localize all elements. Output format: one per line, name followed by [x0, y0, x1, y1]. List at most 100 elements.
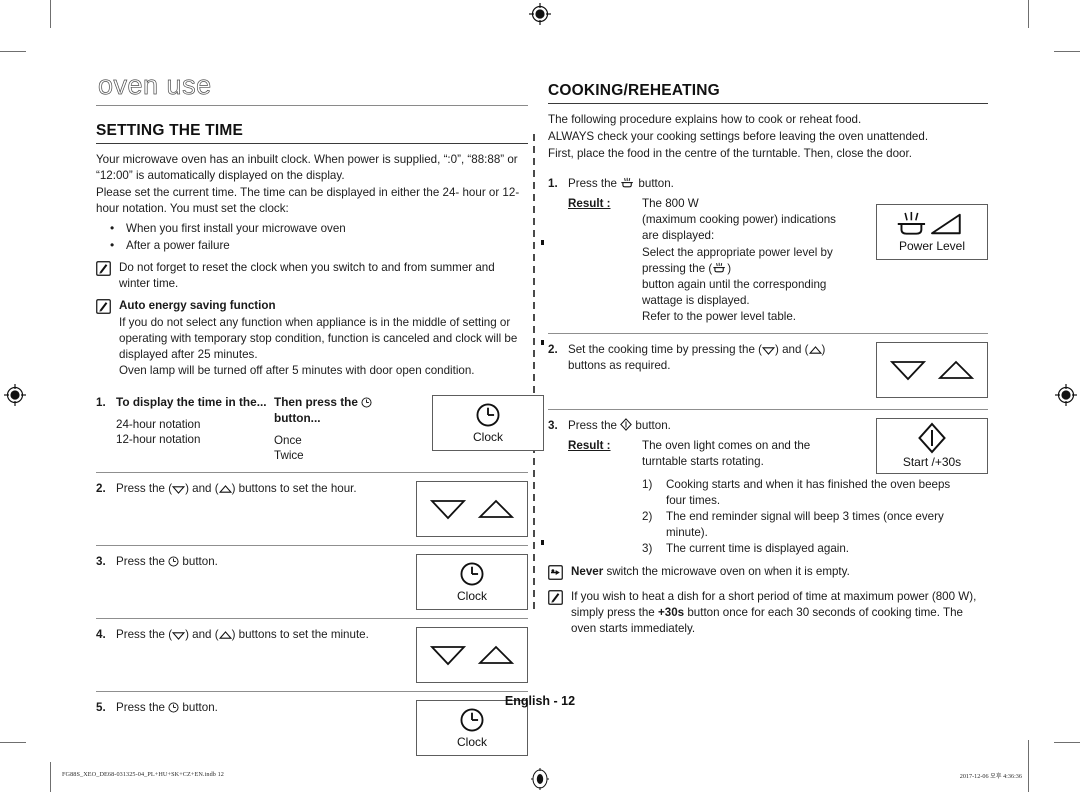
arrows-down-up-icon — [886, 357, 978, 383]
step-row-1: 1. Press the button. Result : The 800 W … — [548, 170, 988, 333]
crop-mark-left-edge-bottom — [0, 742, 26, 743]
result-line: turntable starts rotating. — [642, 454, 764, 468]
result-block: Result : The 800 W (maximum cooking powe… — [568, 196, 868, 245]
power-level-extra-text: Select the appropriate power level by pr… — [642, 245, 868, 325]
table-column-condition: To display the time in the... 24-hour no… — [116, 395, 274, 464]
intro-paragraph-1: The following procedure explains how to … — [548, 113, 862, 126]
clock-notation-table: To display the time in the... 24-hour no… — [116, 395, 424, 464]
left-column: oven use SETTING THE TIME Your microwave… — [96, 70, 544, 764]
button-down-up-arrows[interactable] — [416, 626, 528, 683]
step-text-post: ) buttons to set the hour. — [231, 481, 357, 495]
result-label: Result : — [568, 438, 611, 452]
button-start-plus30s[interactable]: Start /+30s — [876, 417, 988, 474]
step-text-pre: Press the ( — [116, 481, 173, 495]
section-rule — [96, 143, 528, 144]
list-marker: 2) — [642, 509, 653, 523]
section-title-setting-the-time: SETTING THE TIME — [96, 122, 244, 139]
step-1-content: 1. To display the time in the... 24-hour… — [96, 395, 432, 464]
crop-mark-right-edge-bottom — [1054, 742, 1080, 743]
step-number: 1. — [96, 395, 106, 409]
result-text: The 800 W (maximum cooking power) indica… — [642, 196, 868, 245]
step-3-sub-list: 1) Cooking starts and when it has finishe… — [642, 477, 962, 558]
step-text-line2: buttons as required. — [568, 358, 671, 372]
result-line: The 800 W — [642, 196, 699, 210]
step-text-post: ) buttons to set the minute. — [231, 627, 369, 641]
button-down-up-arrows[interactable] — [876, 341, 988, 398]
list-item: 1) Cooking starts and when it has finishe… — [642, 477, 962, 509]
step-2-content: 2. Press the () and () buttons to set th… — [96, 481, 416, 537]
note-body-text: switch the microwave oven on when it is … — [603, 564, 850, 578]
intro-paragraph-2: Please set the current time. The time ca… — [96, 185, 520, 215]
table-header-cell: To display the time in the... — [116, 394, 267, 409]
arrow-up-glyph-icon — [808, 345, 822, 355]
step-text-pre: Set the cooking time by pressing the ( — [568, 342, 762, 356]
step-text-post: button. — [632, 418, 671, 432]
registration-mark-left — [4, 384, 26, 406]
footer-file-name: FG88S_XEO_DE68-031325-04_PL+HU+SK+CZ+EN.… — [62, 771, 225, 778]
step-instruction: Press the () and () buttons to set the m… — [116, 627, 369, 643]
clock-icon — [458, 706, 486, 734]
step-text-post: button. — [635, 176, 674, 190]
step-number: 3. — [548, 418, 558, 432]
step-text-pre: Press the — [568, 418, 621, 432]
intro-paragraph-1: Your microwave oven has an inbuilt clock… — [96, 153, 518, 182]
chapter-title: oven use — [98, 70, 212, 101]
result-text: The oven light comes on and the turntabl… — [642, 438, 868, 470]
note-plus30s-shortcut: If you wish to heat a dish for a short p… — [548, 589, 988, 637]
clock-icon — [474, 401, 502, 429]
arrow-up-glyph-icon — [218, 630, 232, 640]
table-cell: Once — [274, 433, 302, 447]
crop-mark-bottom-right — [1028, 740, 1029, 792]
column-separator — [533, 134, 535, 612]
extra-text-line2: button again until the corresponding wat… — [642, 277, 827, 307]
footer-timestamp: 2017-12-06 오후 4:36:36 — [959, 773, 1022, 780]
extra-text-post: ) — [727, 261, 732, 275]
step-text-pre: Press the ( — [116, 627, 173, 641]
registration-mark-right — [1055, 384, 1077, 406]
page-content: oven use SETTING THE TIME Your microwave… — [96, 70, 988, 756]
step-row-4: 4. Press the () and () buttons to set th… — [96, 617, 528, 691]
manual-page: oven use SETTING THE TIME Your microwave… — [0, 0, 1080, 792]
button-label: Power Level — [898, 239, 966, 254]
step-2-content: 2. Set the cooking time by pressing the … — [548, 342, 876, 401]
note-pencil-icon — [96, 261, 111, 276]
button-clock[interactable]: Clock — [416, 699, 528, 756]
step-4-content: 4. Press the () and () buttons to set th… — [96, 627, 416, 683]
button-power-level[interactable]: Power Level — [876, 203, 988, 260]
list-item-text: Cooking starts and when it has finished … — [666, 477, 951, 507]
chapter-rule — [96, 105, 528, 106]
table-cell: 24-hour notation — [116, 417, 201, 431]
extra-text-pre: Select the appropriate power level by pr… — [642, 245, 833, 275]
table-column-action: Then press the button... Once Twice — [274, 395, 424, 464]
step-number: 1. — [548, 176, 558, 190]
step-instruction: Press the button. — [568, 176, 868, 192]
note-auto-energy-saving: Auto energy saving function If you do no… — [96, 298, 528, 379]
button-down-up-arrows[interactable] — [416, 480, 528, 537]
clock-set-conditions-list: When you first install your microwave ov… — [96, 220, 528, 254]
step-number: 4. — [96, 627, 106, 641]
note-text: Do not forget to reset the clock when yo… — [119, 260, 528, 292]
clock-glyph-icon — [361, 397, 372, 408]
start-icon — [917, 422, 947, 454]
crop-mark-top-left — [50, 0, 51, 28]
arrows-down-up-icon — [426, 642, 518, 668]
step-instruction: Press the button. — [116, 554, 218, 570]
table-header-cell: Then press the button... — [274, 395, 424, 427]
step-number: 2. — [548, 342, 558, 356]
step-1-content: 1. Press the button. Result : The 800 W … — [548, 176, 876, 325]
clock-icon — [458, 560, 486, 588]
button-clock[interactable]: Clock — [432, 394, 544, 451]
step-instruction: Press the () and () buttons to set the h… — [116, 481, 357, 497]
note-never-empty: Never switch the microwave oven on when … — [548, 564, 988, 580]
result-block: Result : The oven light comes on and the… — [568, 438, 868, 470]
note-body-text-2: Oven lamp will be turned off after 5 min… — [119, 363, 475, 377]
power-level-icon — [895, 210, 969, 238]
table-cell: 12-hour notation — [116, 433, 201, 447]
button-label: Clock — [472, 430, 503, 445]
button-clock[interactable]: Clock — [416, 553, 528, 610]
note-reset-clock: Do not forget to reset the clock when yo… — [96, 260, 528, 292]
list-item: 2) The end reminder signal will beep 3 ti… — [642, 509, 962, 541]
pointing-hand-icon — [548, 564, 563, 580]
note-strong: Never — [571, 564, 604, 578]
list-marker: 1) — [642, 477, 653, 491]
